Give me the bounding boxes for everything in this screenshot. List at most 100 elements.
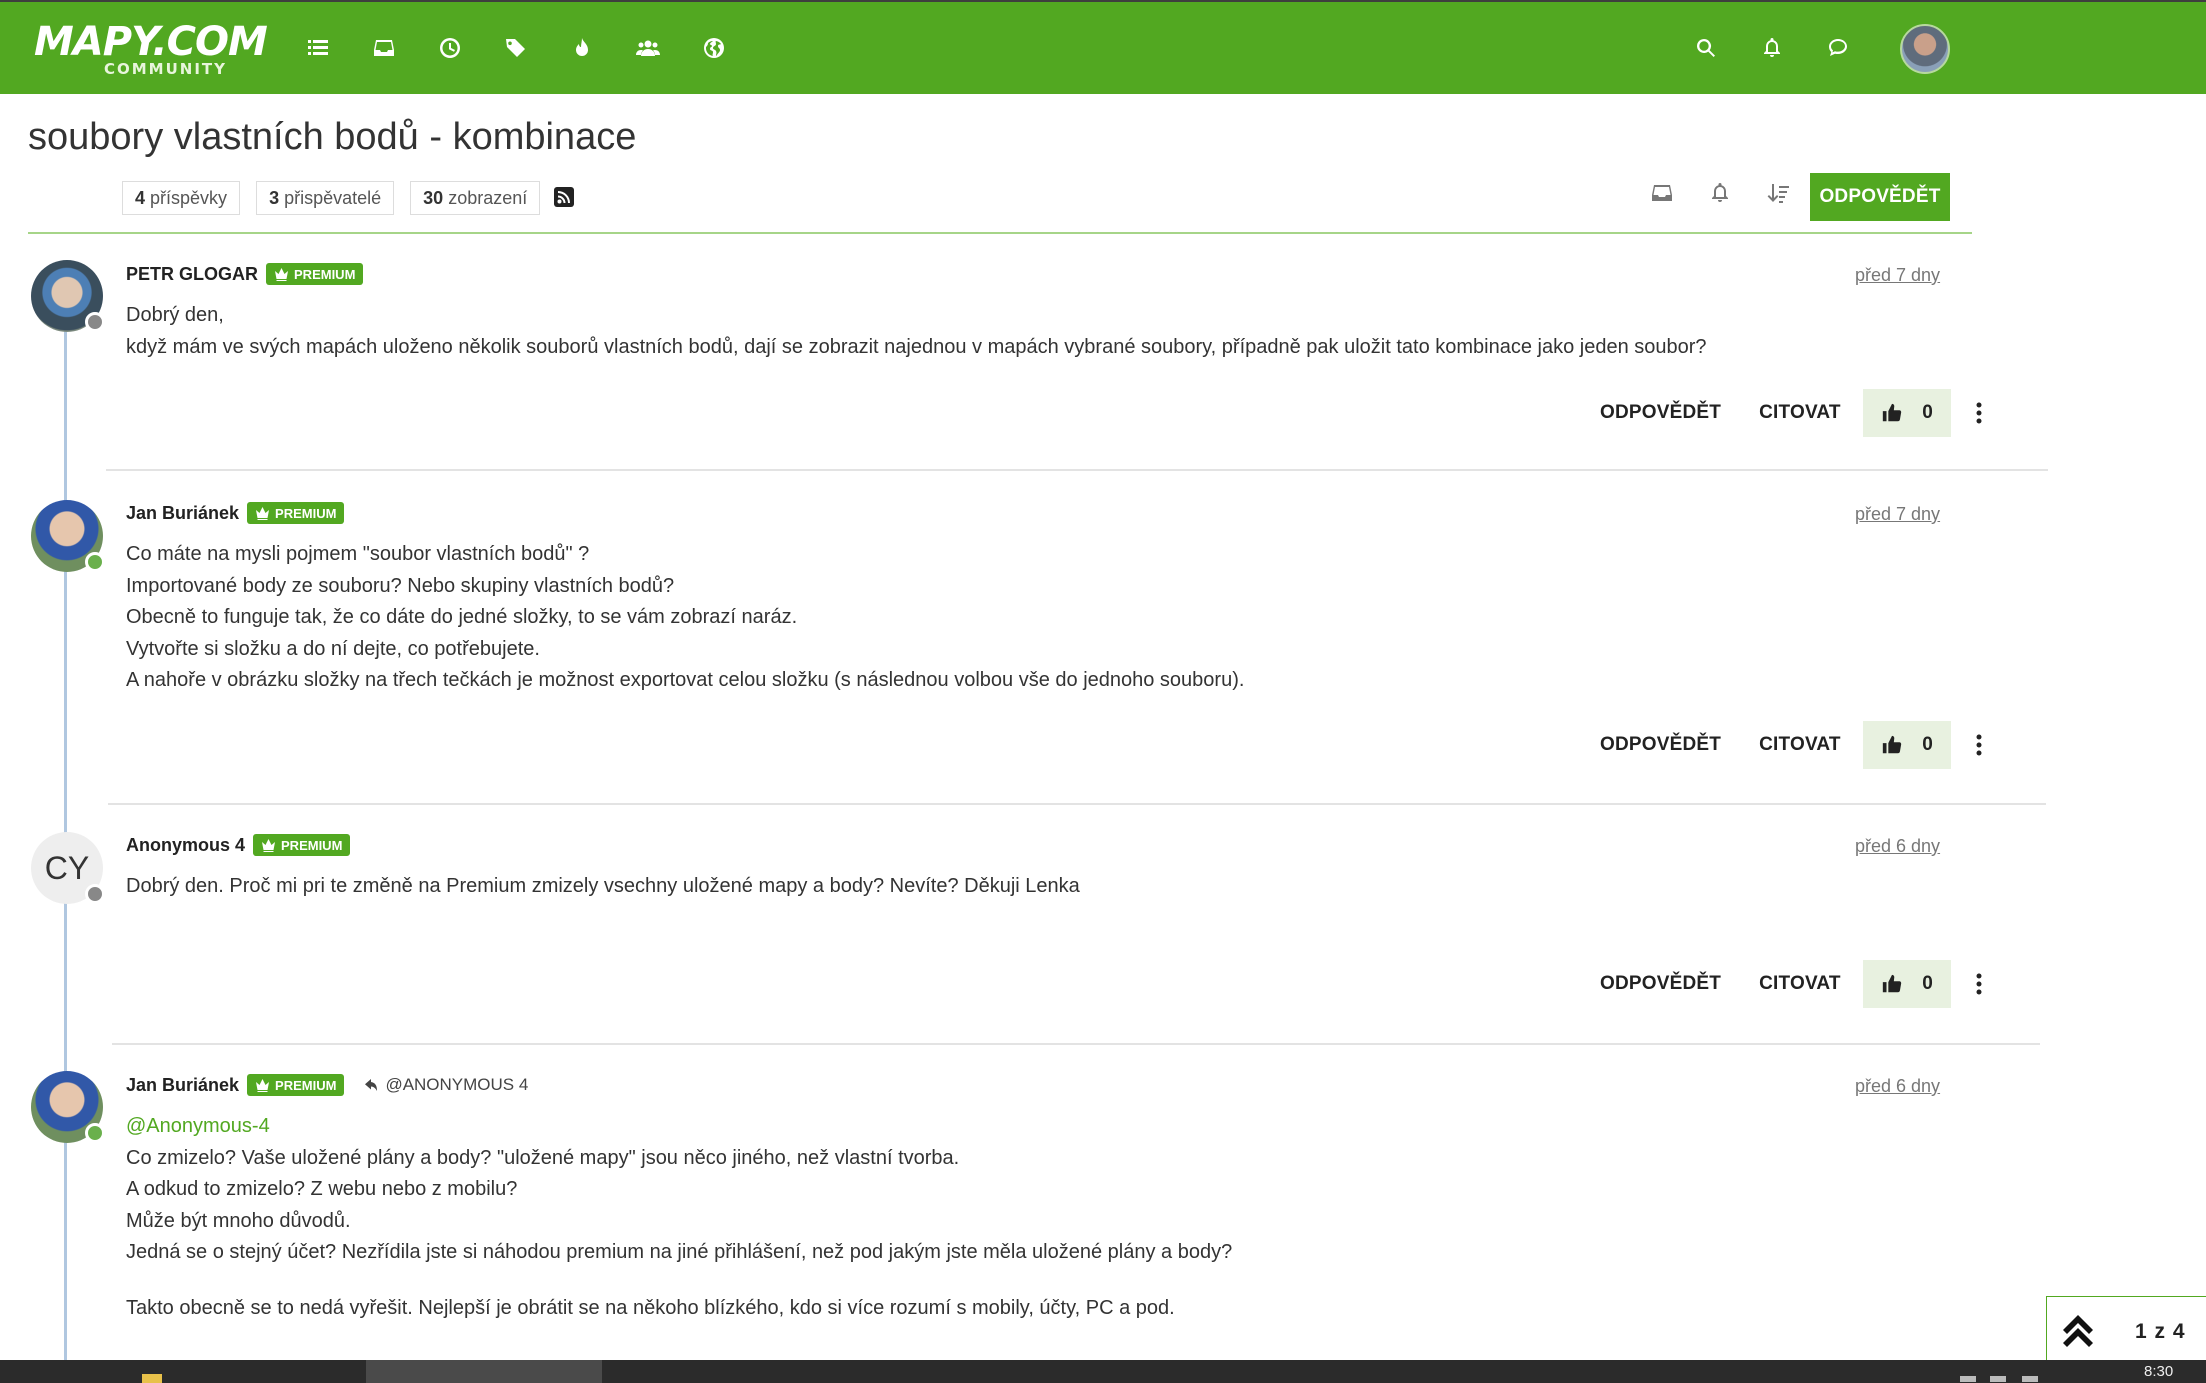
- reply-to-link[interactable]: @ANONYMOUS 4: [362, 1075, 528, 1095]
- post-timestamp[interactable]: před 6 dny: [1855, 1076, 1940, 1097]
- post-author[interactable]: Jan Buriánek: [126, 503, 239, 524]
- post-author[interactable]: Jan Buriánek: [126, 1075, 239, 1096]
- stat-posters: 3 přispěvatelé: [256, 181, 395, 215]
- crown-icon: [256, 1078, 270, 1092]
- post-line: A nahoře v obrázku složky na třech tečká…: [126, 669, 1245, 691]
- post-content: @Anonymous-4 Co zmizelo? Vaše uložené pl…: [126, 1111, 1926, 1324]
- post-actions: ODPOVĚDĚT CITOVAT 0: [1590, 721, 1989, 769]
- tray-battery-icon[interactable]: [2022, 1376, 2038, 1382]
- tray-volume-icon[interactable]: [1990, 1376, 2006, 1382]
- vote-box: 0: [1862, 721, 1951, 769]
- stat-posters-count: 3: [269, 188, 280, 208]
- popular-icon[interactable]: [570, 30, 594, 66]
- post-actions: ODPOVĚDĚT CITOVAT 0: [1590, 960, 1989, 1008]
- taskbar-clock[interactable]: 8:30: [2144, 1363, 2173, 1380]
- vote-count: 0: [1922, 973, 1933, 994]
- post-author[interactable]: PETR GLOGAR: [126, 264, 258, 285]
- sort-icon[interactable]: [1766, 181, 1790, 210]
- taskbar-active-app[interactable]: [366, 1360, 602, 1383]
- topic-stats: 4 příspěvky 3 přispěvatelé 30 zobrazení: [122, 181, 541, 215]
- vote-count: 0: [1922, 734, 1933, 755]
- premium-badge-label: PREMIUM: [281, 837, 343, 853]
- stat-posters-label: přispěvatelé: [284, 188, 382, 208]
- more-options-icon[interactable]: [1969, 960, 1989, 1008]
- reply-button[interactable]: ODPOVĚDĚT: [1590, 402, 1731, 424]
- chat-icon[interactable]: [1826, 30, 1850, 66]
- post-content: Co máte na mysli pojmem "soubor vlastníc…: [126, 539, 1926, 697]
- logo-main-text: MAPY.COM: [34, 19, 268, 65]
- user-avatar[interactable]: [1900, 24, 1950, 74]
- status-online-icon: [85, 552, 105, 572]
- notifications-icon[interactable]: [1760, 30, 1784, 66]
- post-header: Jan Buriánek PREMIUM: [126, 502, 345, 524]
- pagination-label: 1 z 4: [2135, 1319, 2186, 1343]
- post-timestamp[interactable]: před 6 dny: [1855, 836, 1940, 857]
- post-avatar[interactable]: CY: [31, 832, 105, 904]
- post-line: Může být mnoho důvodů.: [126, 1209, 351, 1232]
- vote-box: 0: [1862, 960, 1951, 1008]
- post-line: Obecně to funguje tak, že co dáte do jed…: [126, 606, 798, 628]
- post-line: Co máte na mysli pojmem "soubor vlastníc…: [126, 543, 590, 565]
- post-author[interactable]: Anonymous 4: [126, 835, 245, 856]
- reply-arrow-icon: [365, 1079, 378, 1091]
- brand-logo[interactable]: MAPY.COM COMMUNITY: [34, 19, 268, 78]
- scroll-top-icon[interactable]: [2061, 1313, 2095, 1351]
- tray-network-icon[interactable]: [1960, 1376, 1976, 1382]
- crown-icon: [256, 506, 270, 520]
- premium-badge: PREMIUM: [253, 834, 351, 856]
- stat-posts: 4 příspěvky: [122, 181, 241, 215]
- main-nav: [306, 30, 726, 66]
- post-line: když mám ve svých mapách uloženo několik…: [126, 335, 1707, 358]
- pagination-widget[interactable]: 1 z 4: [2046, 1296, 2206, 1366]
- more-options-icon[interactable]: [1969, 389, 1989, 437]
- stat-views-count: 30: [423, 188, 444, 208]
- rss-icon[interactable]: [554, 187, 574, 207]
- post-line: A odkud to zmizelo? Z webu nebo z mobilu…: [126, 1178, 518, 1200]
- groups-icon[interactable]: [636, 30, 660, 66]
- post-avatar[interactable]: [31, 1071, 105, 1143]
- stat-views: 30 zobrazení: [410, 181, 541, 215]
- vote-count: 0: [1922, 402, 1933, 423]
- post-avatar[interactable]: [31, 260, 105, 332]
- post-avatar[interactable]: [31, 500, 105, 572]
- folder-icon[interactable]: [142, 1374, 162, 1383]
- status-away-icon: [85, 884, 105, 904]
- post-header: Jan Buriánek PREMIUM @ANONYMOUS 4: [126, 1074, 528, 1096]
- categories-icon[interactable]: [306, 30, 330, 66]
- post-content: Dobrý den, když mám ve svých mapách ulož…: [126, 300, 1926, 363]
- stat-views-label: zobrazení: [448, 188, 528, 208]
- top-navbar: MAPY.COM COMMUNITY: [0, 0, 2206, 94]
- os-taskbar: 8:30: [0, 1360, 2206, 1383]
- post-timestamp[interactable]: před 7 dny: [1855, 504, 1940, 525]
- stat-posts-label: příspěvky: [150, 188, 228, 208]
- unread-icon[interactable]: [372, 30, 396, 66]
- post-divider: [108, 803, 2046, 805]
- mark-unread-icon[interactable]: [1650, 181, 1674, 210]
- reply-button[interactable]: ODPOVĚDĚT: [1590, 734, 1731, 756]
- world-icon[interactable]: [702, 30, 726, 66]
- premium-badge: PREMIUM: [247, 502, 345, 524]
- reply-button[interactable]: ODPOVĚDĚT: [1590, 973, 1731, 995]
- tags-icon[interactable]: [504, 30, 528, 66]
- post-divider: [112, 1043, 2040, 1045]
- watch-bell-icon[interactable]: [1708, 181, 1732, 210]
- crown-icon: [262, 838, 276, 852]
- post-actions: ODPOVĚDĚT CITOVAT 0: [1590, 389, 1989, 437]
- recent-icon[interactable]: [438, 30, 462, 66]
- title-divider: [28, 232, 1972, 234]
- post-header: PETR GLOGAR PREMIUM: [126, 263, 364, 285]
- user-mention-link[interactable]: @Anonymous-4: [126, 1111, 1926, 1143]
- premium-badge-label: PREMIUM: [275, 1077, 337, 1093]
- post-timestamp[interactable]: před 7 dny: [1855, 265, 1940, 286]
- quote-button[interactable]: CITOVAT: [1749, 973, 1851, 995]
- search-icon[interactable]: [1694, 30, 1718, 66]
- topic-reply-button[interactable]: ODPOVĚDĚT: [1810, 173, 1950, 221]
- more-options-icon[interactable]: [1969, 721, 1989, 769]
- thumbs-up-icon[interactable]: [1881, 973, 1903, 995]
- premium-badge: PREMIUM: [247, 1074, 345, 1096]
- thumbs-up-icon[interactable]: [1881, 402, 1903, 424]
- thumbs-up-icon[interactable]: [1881, 734, 1903, 756]
- quote-button[interactable]: CITOVAT: [1749, 734, 1851, 756]
- crown-icon: [275, 267, 289, 281]
- quote-button[interactable]: CITOVAT: [1749, 402, 1851, 424]
